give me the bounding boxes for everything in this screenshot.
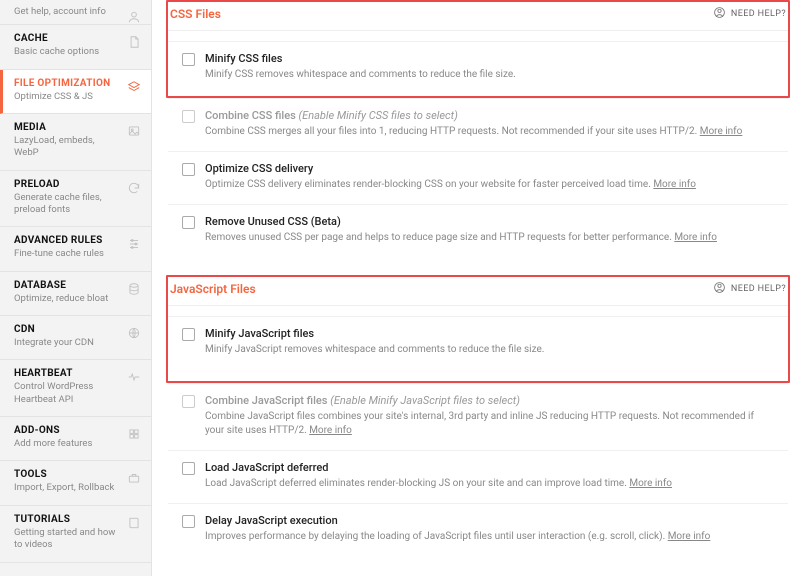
checkbox[interactable] [182,328,195,341]
sidebar-item-cdn[interactable]: CDN Integrate your CDN [0,316,151,360]
option-remove-unused-css[interactable]: Remove Unused CSS (Beta) Removes unused … [168,204,788,257]
option-title: Combine CSS files (Enable Minify CSS fil… [205,109,774,122]
help-icon [713,6,726,22]
more-info-link[interactable]: More info [700,126,743,137]
option-title: Minify JavaScript files [205,327,774,340]
option-title: Minify CSS files [205,52,774,65]
heartbeat-icon [127,370,141,384]
option-title: Combine JavaScript files (Enable Minify … [205,394,774,407]
toolbox-icon [127,471,141,485]
checkbox[interactable] [182,53,195,66]
option-desc: Improves performance by delaying the loa… [205,530,774,544]
sliders-icon [127,237,141,251]
file-icon [127,35,141,49]
sidebar-item-cache[interactable]: CACHE Basic cache options [0,25,151,69]
sidebar-item-file-optimization[interactable]: FILE OPTIMIZATION Optimize CSS & JS [0,70,151,114]
option-title: Remove Unused CSS (Beta) [205,215,774,228]
option-combine-css[interactable]: Combine CSS files (Enable Minify CSS fil… [168,98,788,151]
checkbox[interactable] [182,216,195,229]
option-optimize-css-delivery[interactable]: Optimize CSS delivery Optimize CSS deliv… [168,151,788,204]
checkbox[interactable] [182,110,195,123]
sidebar-item-media[interactable]: MEDIA LazyLoad, embeds, WebP [0,114,151,171]
option-load-js-deferred[interactable]: Load JavaScript deferred Load JavaScript… [168,450,788,503]
css-section-title: CSS Files [170,7,221,21]
option-desc: Load JavaScript deferred eliminates rend… [205,477,774,491]
sidebar: Get help, account info CACHE Basic cache… [0,0,152,576]
option-desc: Combine CSS merges all your files into 1… [205,125,774,139]
more-info-link[interactable]: More info [653,179,696,190]
more-info-link[interactable]: More info [668,531,711,542]
option-minify-js[interactable]: Minify JavaScript files Minify JavaScrip… [168,316,788,379]
option-title: Optimize CSS delivery [205,162,774,175]
option-delay-js-execution[interactable]: Delay JavaScript execution Improves perf… [168,503,788,556]
option-desc: Minify JavaScript removes whitespace and… [205,343,774,357]
js-section-header: JavaScript Files NEED HELP? [168,277,788,306]
sidebar-item-preload[interactable]: PRELOAD Generate cache files, preload fo… [0,171,151,228]
globe-icon [127,326,141,340]
main-content: CSS Files NEED HELP? Minify CSS files Mi… [152,0,800,576]
need-help-css[interactable]: NEED HELP? [713,6,786,22]
more-info-link[interactable]: More info [674,232,717,243]
layers-icon [127,80,141,94]
css-section-header: CSS Files NEED HELP? [168,2,788,31]
checkbox[interactable] [182,515,195,528]
option-desc: Removes unused CSS per page and helps to… [205,231,774,245]
puzzle-icon [127,427,141,441]
sidebar-item-advanced-rules[interactable]: ADVANCED RULES Fine-tune cache rules [0,227,151,271]
image-icon [127,124,141,138]
checkbox[interactable] [182,395,195,408]
sidebar-item-addons[interactable]: ADD-ONS Add more features [0,417,151,461]
option-minify-css[interactable]: Minify CSS files Minify CSS removes whit… [168,41,788,94]
book-icon [127,516,141,530]
refresh-icon [127,181,141,195]
sidebar-item-heartbeat[interactable]: HEARTBEAT Control WordPress Heartbeat AP… [0,360,151,417]
sidebar-item-tools[interactable]: TOOLS Import, Export, Rollback [0,461,151,505]
js-highlight-box: JavaScript Files NEED HELP? Minify JavaS… [166,275,790,383]
option-desc: Optimize CSS delivery eliminates render-… [205,178,774,192]
checkbox[interactable] [182,462,195,475]
option-combine-js[interactable]: Combine JavaScript files (Enable Minify … [168,383,788,450]
database-icon [127,282,141,296]
person-icon [127,10,141,24]
option-desc: Combine JavaScript files combines your s… [205,410,774,438]
js-section-title: JavaScript Files [170,282,256,296]
sidebar-item-tutorials[interactable]: TUTORIALS Getting started and how to vid… [0,506,151,563]
checkbox[interactable] [182,163,195,176]
need-help-js[interactable]: NEED HELP? [713,281,786,297]
sidebar-item-database[interactable]: DATABASE Optimize, reduce bloat [0,272,151,316]
option-desc: Minify CSS removes whitespace and commen… [205,68,774,82]
css-highlight-box: CSS Files NEED HELP? Minify CSS files Mi… [166,0,790,98]
option-title: Delay JavaScript execution [205,514,774,527]
help-icon [713,281,726,297]
option-title: Load JavaScript deferred [205,461,774,474]
sidebar-item-dashboard[interactable]: Get help, account info [0,0,151,25]
more-info-link[interactable]: More info [629,478,672,489]
more-info-link[interactable]: More info [309,425,352,436]
